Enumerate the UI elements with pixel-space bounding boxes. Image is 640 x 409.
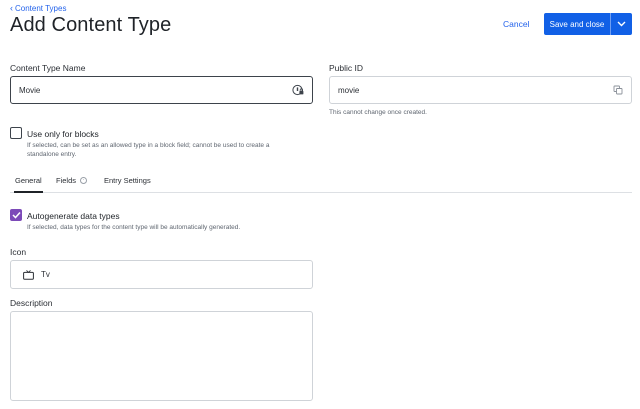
back-link-content-types[interactable]: ‹ Content Types (10, 3, 67, 14)
use-only-for-blocks-hint-line2: standalone entry. (27, 151, 77, 158)
tv-icon (23, 269, 34, 280)
tab-general[interactable]: General (14, 176, 43, 193)
cancel-button[interactable]: Cancel (503, 14, 529, 35)
content-type-name-input[interactable]: Movie (10, 76, 313, 104)
save-options-dropdown-button[interactable] (610, 13, 632, 35)
checkmark-icon (11, 211, 21, 219)
back-link-label: Content Types (15, 4, 67, 13)
chevron-left-icon: ‹ (10, 3, 13, 13)
description-label: Description (10, 298, 53, 308)
public-id-value: movie (338, 85, 360, 95)
save-button-group: Save and close (544, 13, 632, 35)
password-manager-icon[interactable] (292, 84, 304, 96)
icon-picker[interactable]: Tv (10, 260, 313, 289)
autogenerate-data-types-label: Autogenerate data types (27, 211, 120, 221)
content-type-name-label: Content Type Name (10, 63, 86, 73)
public-id-label: Public ID (329, 63, 364, 73)
tab-entry-settings-label: Entry Settings (104, 176, 151, 185)
public-id-input[interactable]: movie (329, 76, 632, 104)
use-only-for-blocks-hint-line1: If selected, can be set as an allowed ty… (27, 142, 270, 149)
tab-fields-label: Fields (56, 176, 77, 185)
use-only-for-blocks-checkbox[interactable] (10, 127, 22, 139)
info-icon: · (80, 177, 88, 184)
tab-general-label: General (15, 176, 42, 185)
copy-icon[interactable] (613, 85, 623, 95)
use-only-for-blocks-label: Use only for blocks (27, 129, 99, 139)
autogenerate-data-types-checkbox[interactable] (10, 209, 22, 221)
icon-label: Icon (10, 247, 27, 257)
public-id-hint: This cannot change once created. (329, 109, 427, 116)
page-title: Add Content Type (10, 14, 172, 36)
content-type-name-value: Movie (19, 85, 41, 95)
description-textarea[interactable] (10, 311, 313, 401)
tab-fields[interactable]: Fields · (56, 176, 88, 193)
tab-entry-settings[interactable]: Entry Settings (104, 176, 151, 193)
chevron-down-icon (617, 21, 626, 27)
autogenerate-data-types-hint: If selected, data types for the content … (27, 224, 241, 231)
icon-picker-value: Tv (41, 270, 50, 279)
save-and-close-button[interactable]: Save and close (544, 13, 610, 35)
content-type-tabs: General Fields · Entry Settings (10, 176, 632, 193)
